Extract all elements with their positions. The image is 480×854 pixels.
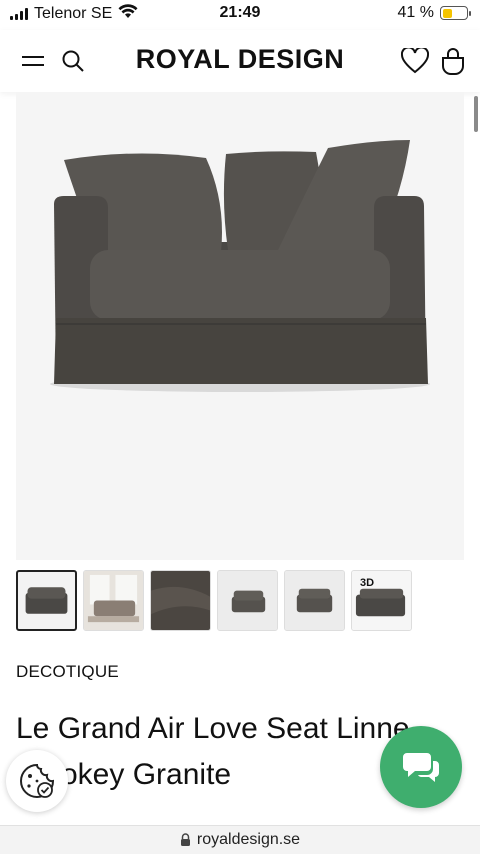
url-domain: royaldesign.se bbox=[196, 831, 301, 848]
status-right: 41 % bbox=[397, 4, 471, 22]
thumbnail-5[interactable] bbox=[284, 570, 345, 631]
heart-icon[interactable] bbox=[400, 46, 430, 76]
thumbnail-3[interactable] bbox=[150, 570, 211, 631]
battery-icon bbox=[440, 6, 471, 20]
product-brand[interactable]: DECOTIQUE bbox=[16, 662, 119, 682]
thumbnail-2[interactable] bbox=[83, 570, 144, 631]
thumbnail-3d[interactable]: 3D bbox=[351, 570, 412, 631]
site-header: ROYAL DESIGN bbox=[0, 30, 480, 92]
sofa-illustration bbox=[50, 140, 430, 392]
thumbnail-1[interactable] bbox=[16, 570, 77, 631]
chat-icon bbox=[403, 753, 439, 782]
cookie-icon bbox=[20, 763, 55, 798]
chat-button[interactable] bbox=[380, 726, 462, 808]
cookie-settings-button[interactable] bbox=[6, 750, 68, 812]
lock-icon bbox=[180, 833, 190, 846]
status-bar: Telenor SE 21:49 41 % bbox=[0, 0, 480, 30]
thumbnail-strip: 3D bbox=[16, 570, 412, 631]
product-main-image[interactable] bbox=[16, 92, 464, 560]
thumbnail-4[interactable] bbox=[217, 570, 278, 631]
battery-percent: 41 % bbox=[397, 4, 434, 21]
bag-icon[interactable] bbox=[438, 46, 468, 76]
3d-badge: 3D bbox=[360, 577, 375, 589]
page-scrollbar[interactable] bbox=[474, 96, 478, 132]
browser-url-bar[interactable]: royaldesign.se bbox=[0, 825, 480, 854]
